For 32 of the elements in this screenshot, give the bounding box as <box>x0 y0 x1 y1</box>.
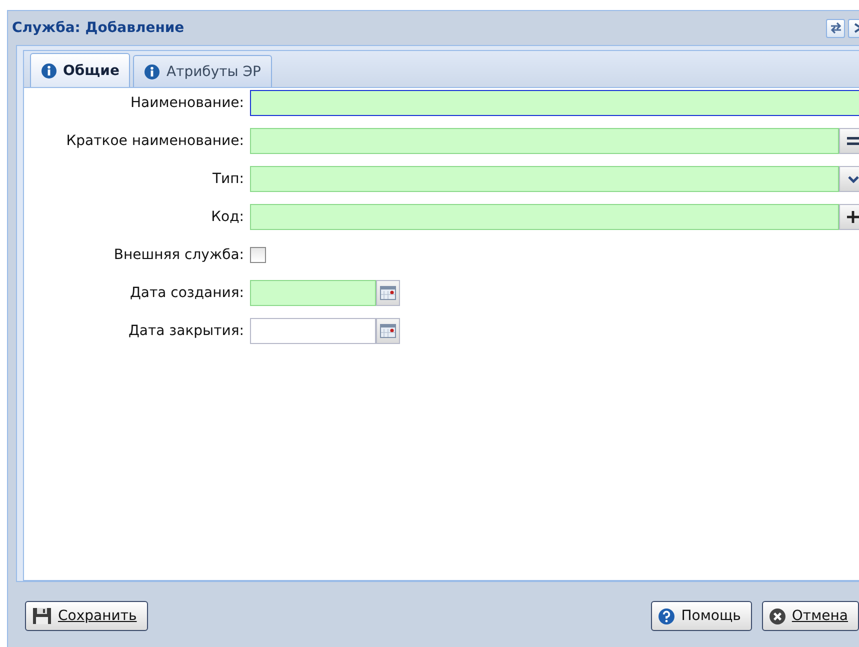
input-field[interactable] <box>250 318 376 344</box>
date-picker-button[interactable] <box>376 280 400 306</box>
help-button[interactable]: Помощь <box>651 601 752 631</box>
plus-icon <box>847 211 859 223</box>
cancel-button[interactable]: Отмена <box>762 601 859 631</box>
help-icon <box>658 608 676 624</box>
equals-icon <box>847 137 859 145</box>
save-button[interactable]: Сохранить <box>25 601 148 631</box>
checkbox[interactable] <box>250 247 266 263</box>
swap-arrows-icon <box>830 22 842 34</box>
info-icon <box>41 62 57 78</box>
trigger-button[interactable] <box>839 166 859 192</box>
calendar-icon <box>380 286 396 300</box>
trigger-button[interactable] <box>839 204 859 230</box>
cancel-icon <box>768 608 786 624</box>
chevron-down-icon <box>848 176 858 182</box>
field-label: Дата закрытия: <box>127 323 245 339</box>
field-label: Наименование: <box>129 95 245 111</box>
field-label: Дата создания: <box>128 285 245 301</box>
field-label: Краткое наименование: <box>65 133 245 149</box>
tab[interactable]: Атрибуты ЭР <box>133 55 272 87</box>
date-picker-button[interactable] <box>376 318 400 344</box>
input-field[interactable] <box>250 90 859 116</box>
tab[interactable]: Общие <box>30 53 130 87</box>
calendar-icon <box>380 324 396 338</box>
trigger-button[interactable] <box>839 128 859 154</box>
refresh-button[interactable] <box>826 18 845 38</box>
field-label: Тип: <box>211 171 245 187</box>
field-label: Код: <box>210 209 245 225</box>
field-label: Внешняя служба: <box>112 247 245 263</box>
window-title: Служба: Добавление <box>12 20 184 36</box>
info-icon <box>144 64 160 80</box>
